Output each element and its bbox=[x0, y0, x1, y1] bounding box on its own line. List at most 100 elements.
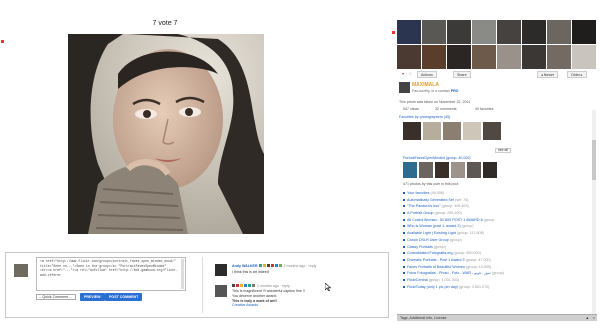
photostream-thumb[interactable] bbox=[472, 45, 496, 69]
commenter-name[interactable]: Andy WALKER bbox=[232, 264, 258, 268]
photostream-grid bbox=[397, 20, 596, 69]
group-name[interactable]: FlickrCentral bbox=[407, 278, 428, 282]
group-name[interactable]: Dramatic Portraits - Post 1 Award 3 bbox=[407, 258, 465, 262]
group-item[interactable]: "The Pandora's box" (group: 409,405) bbox=[403, 203, 593, 210]
group-item[interactable]: Automatically Generated Set (set: 74) bbox=[403, 197, 593, 204]
pool-header: PortraitFavesOpenMinded (group: 40,000) bbox=[403, 156, 471, 160]
group-name[interactable]: Faces Portraits of Beautiful Women bbox=[407, 265, 465, 269]
group-item[interactable]: Classy Portraits (group) bbox=[403, 244, 593, 251]
group-item[interactable]: Fotos Fotografias - Photo - Foto - WAR -… bbox=[403, 270, 593, 277]
group-item[interactable]: Dramatic Portraits - Post 1 Award 3 (gro… bbox=[403, 257, 593, 264]
pool-thumb[interactable] bbox=[451, 162, 465, 178]
pool-thumb[interactable] bbox=[467, 162, 481, 178]
group-name[interactable]: Your favorites bbox=[407, 191, 429, 195]
newer-button[interactable]: ◂ Newer bbox=[537, 71, 559, 78]
group-name[interactable]: "The Pandora's box" bbox=[407, 204, 440, 208]
photostream-thumb[interactable] bbox=[422, 20, 446, 44]
photostream-thumb[interactable] bbox=[522, 20, 546, 44]
group-name[interactable]: FlickrToday (only 1 pic per day) bbox=[407, 285, 458, 289]
group-name[interactable]: All Coded Woman - 52 800 POST 1 AWARD 6 bbox=[407, 218, 483, 222]
favorite-thumb[interactable] bbox=[483, 122, 501, 140]
info-bar[interactable]: Tags, Additional Info, License ▲ × bbox=[397, 314, 597, 321]
group-item[interactable]: Canon DSLR User Group (group) bbox=[403, 237, 593, 244]
favorite-thumb[interactable] bbox=[423, 122, 441, 140]
group-name[interactable]: Available Light | Existing Light bbox=[407, 231, 456, 235]
photostream-thumb[interactable] bbox=[547, 20, 571, 44]
photostream-thumb[interactable] bbox=[547, 45, 571, 69]
group-name[interactable]: Classy Portraits bbox=[407, 245, 433, 249]
award-link[interactable]: Creative Awards bbox=[232, 303, 305, 308]
group-item[interactable]: A Portrait Group (group: 299,100) bbox=[403, 210, 593, 217]
group-name[interactable]: Who is Woman (post 1, award 2) bbox=[407, 224, 461, 228]
photo-toolbar: ♥ □ Actions Share ◂ Newer Older ▸ bbox=[397, 71, 597, 78]
pool-thumb[interactable] bbox=[435, 162, 449, 178]
photostream-thumb[interactable] bbox=[447, 20, 471, 44]
see-all-button[interactable]: see all bbox=[495, 148, 511, 153]
group-name[interactable]: A Portrait Group bbox=[407, 211, 433, 215]
group-item[interactable]: FlickrCentral (group: 1,001,003) bbox=[403, 277, 593, 284]
group-item[interactable]: Who is Woman (post 1, award 2) (group) bbox=[403, 223, 593, 230]
actions-menu[interactable]: Actions bbox=[417, 71, 437, 78]
commenter-avatar[interactable] bbox=[215, 264, 227, 276]
group-item[interactable]: Faces Portraits of Beautiful Women (grou… bbox=[403, 264, 593, 271]
group-name[interactable]: Consolidated Fotografia.org bbox=[407, 251, 453, 255]
group-item[interactable]: Your favorites (49,006) bbox=[403, 190, 593, 197]
comment-meta: 2 months ago · reply bbox=[232, 284, 290, 288]
share-menu[interactable]: Share bbox=[453, 71, 471, 78]
photostream-thumb[interactable] bbox=[572, 45, 596, 69]
favorites-link[interactable]: Favorites by photographers (49) bbox=[399, 115, 450, 119]
quick-comment-select[interactable]: -- Quick Comment -- bbox=[36, 294, 76, 300]
group-name[interactable]: Fotos Fotografias - Photo - Foto - WAR -… bbox=[407, 271, 491, 275]
comment-icon[interactable]: □ bbox=[406, 71, 414, 78]
photostream-thumb[interactable] bbox=[497, 45, 521, 69]
group-meta: (set: 74) bbox=[454, 197, 469, 202]
favorites-header: Favorites by photographers (49) bbox=[399, 115, 450, 119]
owner-name[interactable]: MAXIMALA bbox=[412, 82, 439, 88]
photostream-thumb[interactable] bbox=[497, 20, 521, 44]
favorite-thumb[interactable] bbox=[463, 122, 481, 140]
pool-link[interactable]: PortraitFavesOpenMinded (group: 40,000) bbox=[403, 156, 471, 160]
pool-thumb[interactable] bbox=[403, 162, 417, 178]
photostream-thumb[interactable] bbox=[447, 45, 471, 69]
photostream-thumb[interactable] bbox=[397, 45, 421, 69]
main-photo[interactable] bbox=[68, 34, 264, 234]
commenter-avatar[interactable] bbox=[215, 285, 227, 297]
owner-avatar[interactable] bbox=[399, 82, 410, 93]
comment-textarea[interactable]: <a href="http://www.flickr.com/groups/po… bbox=[36, 257, 186, 291]
group-item[interactable]: Available Light | Existing Light (group:… bbox=[403, 230, 593, 237]
pool-thumbs bbox=[403, 162, 497, 178]
photostream-thumb[interactable] bbox=[422, 45, 446, 69]
group-name[interactable]: Automatically Generated Set bbox=[407, 198, 454, 202]
chevron-up-icon[interactable]: ▲ bbox=[585, 315, 589, 321]
group-item[interactable]: All Coded Woman - 52 800 POST 1 AWARD 6 … bbox=[403, 217, 593, 224]
post-comment-button[interactable]: POST COMMENT bbox=[105, 293, 143, 301]
photostream-thumb[interactable] bbox=[397, 20, 421, 44]
pool-thumb[interactable] bbox=[483, 162, 497, 178]
favorite-thumb[interactable] bbox=[443, 122, 461, 140]
textarea-scrollbar[interactable] bbox=[181, 259, 184, 289]
right-sidebar: ♥ □ Actions Share ◂ Newer Older ▸ MAXIMA… bbox=[397, 0, 600, 330]
pool-thumb[interactable] bbox=[419, 162, 433, 178]
group-meta: (group) bbox=[492, 271, 504, 276]
sidebar-scrollbar-thumb[interactable] bbox=[592, 140, 596, 180]
group-name[interactable]: Canon DSLR User Group bbox=[407, 238, 449, 242]
preview-button[interactable]: PREVIEW bbox=[80, 293, 105, 301]
group-meta: (group: 409,405) bbox=[441, 204, 469, 209]
groups-list: Your favorites (49,006) Automatically Ge… bbox=[403, 190, 593, 290]
favorite-thumb[interactable] bbox=[403, 122, 421, 140]
group-meta: (group) bbox=[433, 244, 446, 249]
photostream-thumb[interactable] bbox=[572, 20, 596, 44]
older-button[interactable]: Older ▸ bbox=[567, 71, 587, 78]
group-item[interactable]: Consolidated Fotografia.org (group: 900,… bbox=[403, 250, 593, 257]
group-item[interactable]: FlickrToday (only 1 pic per day) (group:… bbox=[403, 284, 593, 291]
comment-time: 2 months ago · reply bbox=[257, 284, 290, 288]
group-meta: (group: bbox=[483, 217, 496, 222]
photostream-thumb[interactable] bbox=[522, 45, 546, 69]
close-icon[interactable]: × bbox=[593, 315, 595, 321]
pool-count: 471 photos by this user in this pool bbox=[403, 182, 459, 186]
group-meta: (group: 3,651,070) bbox=[459, 284, 490, 289]
user-avatar bbox=[14, 264, 28, 277]
favorites-count: 49 favorites bbox=[475, 107, 494, 111]
group-meta: (group: 47,000) bbox=[465, 257, 491, 262]
photostream-thumb[interactable] bbox=[472, 20, 496, 44]
